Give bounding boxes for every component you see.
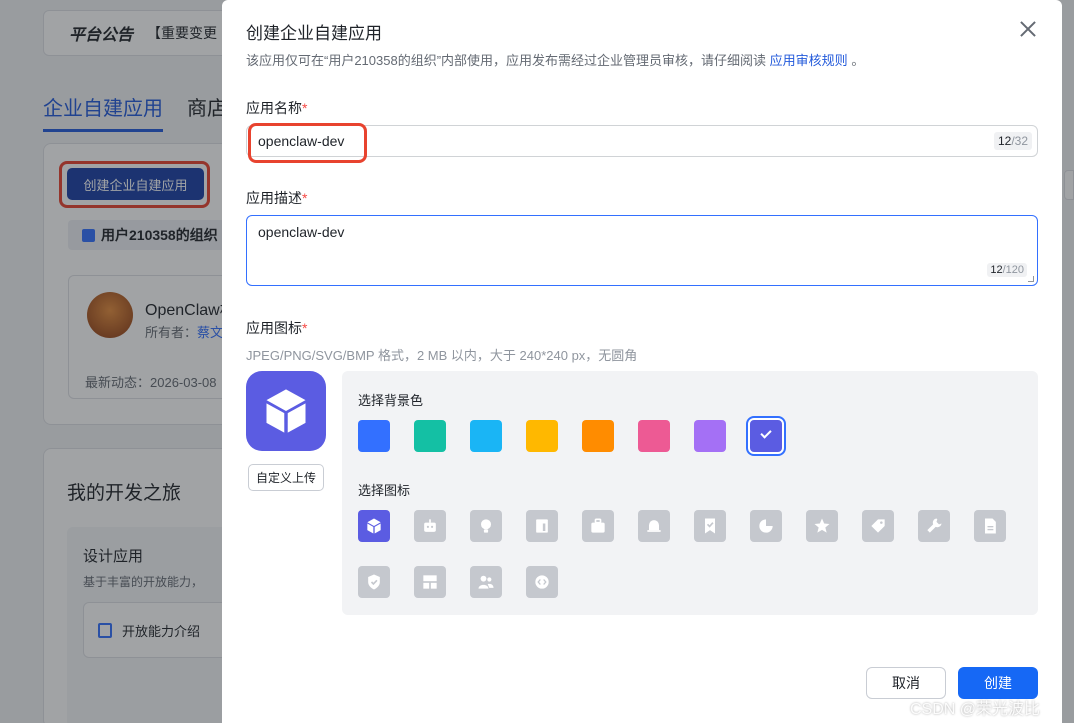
app-name-input[interactable]: openclaw-dev 12/32 [246,125,1038,157]
bell-icon [647,520,661,532]
resize-handle[interactable] [1028,276,1034,282]
watermark: CSDN @荣光波比 [910,701,1041,718]
wrench-icon [927,518,942,533]
code-icon [535,575,549,589]
close-icon[interactable] [1017,18,1039,40]
app-desc-textarea[interactable]: openclaw-dev 12/120 [246,215,1038,286]
app-icon-label: 应用图标* [246,320,308,336]
bulb-icon [481,519,491,533]
icon-option[interactable] [470,566,502,598]
icon-option[interactable] [414,566,446,598]
icon-grid [358,510,1038,598]
color-swatches [358,418,784,454]
bg-color-label: 选择背景色 [358,393,424,408]
icon-picker: 选择背景色 选择图标 [342,371,1038,615]
create-app-dialog: 创建企业自建应用 该应用仅可在“用户210358的组织”内部使用，应用发布需经过… [222,0,1062,723]
icon-choice-label: 选择图标 [358,483,411,498]
bookmark-check-icon [705,518,715,534]
app-name-value: openclaw-dev [258,133,345,149]
tag-icon [871,519,885,533]
app-desc-counter: 12/120 [987,263,1027,277]
icon-option[interactable] [358,510,390,542]
app-desc-value: openclaw-dev [258,224,345,240]
icon-option[interactable] [974,510,1006,542]
color-swatch[interactable] [470,420,502,452]
color-swatch[interactable] [694,420,726,452]
app-icon-hint: JPEG/PNG/SVG/BMP 格式，2 MB 以内，大于 240*240 p… [246,348,638,363]
shield-check-icon [368,574,380,590]
robot-icon [424,519,436,532]
app-icon-preview [246,371,326,451]
icon-option[interactable] [694,510,726,542]
color-swatch[interactable] [638,420,670,452]
icon-option[interactable] [358,566,390,598]
icon-option[interactable] [918,510,950,542]
icon-option[interactable] [582,510,614,542]
dialog-title: 创建企业自建应用 [246,24,382,43]
star-icon [814,518,830,533]
cube-icon [367,518,381,534]
icon-option[interactable] [862,510,894,542]
icon-option[interactable] [470,510,502,542]
custom-upload-button[interactable]: 自定义上传 [248,464,324,491]
cube-icon [266,389,306,433]
app-name-label: 应用名称* [246,100,308,116]
icon-option[interactable] [638,510,670,542]
icon-option[interactable] [750,510,782,542]
review-rules-link[interactable]: 应用审核规则 [770,53,848,68]
layout-icon [423,575,437,589]
users-icon [478,575,494,589]
color-swatch[interactable] [748,418,784,454]
pie-icon [759,519,773,533]
icon-option[interactable] [414,510,446,542]
icon-option[interactable] [526,566,558,598]
dialog-description: 该应用仅可在“用户210358的组织”内部使用，应用发布需经过企业管理员审核，请… [246,53,865,68]
icon-option[interactable] [526,510,558,542]
app-name-counter: 12/32 [993,132,1032,150]
document-icon [985,518,996,534]
briefcase-icon [591,518,605,533]
check-icon [760,427,772,439]
chart-icon [536,519,548,533]
color-swatch[interactable] [358,420,390,452]
app-desc-label: 应用描述* [246,190,308,206]
color-swatch[interactable] [526,420,558,452]
color-swatch[interactable] [414,420,446,452]
color-swatch[interactable] [582,420,614,452]
icon-option[interactable] [806,510,838,542]
